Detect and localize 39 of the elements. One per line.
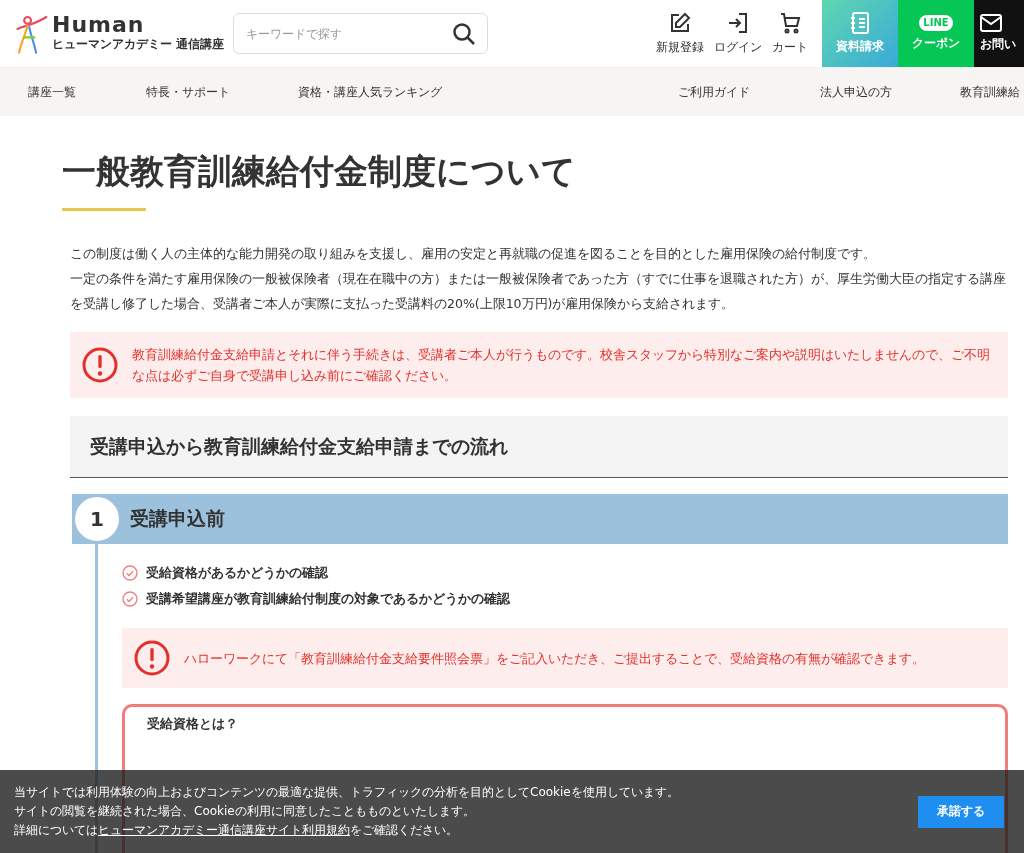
notice-text: 教育訓練給付金支給申請とそれに伴う手続きは、受講者ご本人が行うものです。校舎スタッフから特別なご案内や説明はいたしませんので、ご不明な点は必ずご自身で受講申し込み前にご確認ください。 bbox=[132, 346, 990, 385]
exclamation-icon bbox=[82, 347, 118, 383]
page-title: 一般教育訓練給付金制度について bbox=[62, 150, 577, 192]
intro-paragraph: 一定の条件を満たす雇用保険の一般被保険者（現在在職中の方）または一般被保険者であった方（すでに仕事を退職された方）が、厚生労働大臣の指定する講座を受講し修了した場合、受講者ご本人が実際に支払った受講料の20%(上限10万円)が雇用保険から支給されます。 bbox=[70, 270, 1007, 313]
check-item-text: 受講希望講座が教育訓練給付制度の対象であるかどうかの確認 bbox=[146, 590, 510, 608]
check-circle-icon bbox=[122, 565, 138, 581]
section-heading: 受講申込から教育訓練給付金支給申請までの流れ bbox=[70, 416, 1008, 478]
cookie-text: 詳細については ヒューマンアカデミー通信講座サイト利用規約をご確認ください。 bbox=[14, 822, 458, 839]
logo-tagline: ヒューマンアカデミー 通信講座 bbox=[52, 36, 225, 53]
header-cta-button[interactable]: お問い bbox=[974, 0, 1024, 67]
login-icon bbox=[726, 11, 750, 35]
pencil-square-icon bbox=[668, 11, 692, 35]
header-link[interactable]: カート bbox=[772, 11, 808, 56]
header-link[interactable]: 新規登録 bbox=[656, 11, 704, 56]
line-badge: LINE bbox=[919, 15, 953, 31]
nav-link[interactable]: 講座一覧 bbox=[28, 83, 146, 101]
nav-link[interactable]: 特長・サポート bbox=[146, 83, 298, 101]
notebook-icon bbox=[850, 12, 870, 34]
cookie-text: 当サイトでは利用体験の向上およびコンテンツの最適な提供、トラフィックの分析を目的としてCookieを使用しています。 bbox=[14, 784, 679, 801]
check-item-text: 受給資格があるかどうかの確認 bbox=[146, 564, 328, 582]
check-circle-icon bbox=[122, 591, 138, 607]
exclamation-icon bbox=[134, 640, 170, 676]
nav-link[interactable]: 法人申込の方 bbox=[820, 83, 960, 101]
cookie-text: サイトの閲覧を継続された場合、Cookieの利用に同意したこともものといたします。 bbox=[14, 803, 475, 820]
nav-link[interactable]: 資格・講座人気ランキング bbox=[298, 83, 678, 101]
cart-icon bbox=[778, 11, 802, 35]
search-icon[interactable] bbox=[452, 22, 476, 46]
nav-link[interactable]: ご利用ガイド bbox=[678, 83, 820, 101]
nav-link[interactable]: 教育訓練給 bbox=[960, 83, 1024, 101]
info-box-title: 受給資格とは？ bbox=[147, 716, 238, 731]
step-number: 1 bbox=[72, 494, 122, 544]
logo-wordmark: Human bbox=[52, 14, 146, 36]
envelope-icon bbox=[980, 14, 1002, 32]
header-link[interactable]: ログイン bbox=[714, 11, 762, 56]
step-title: 受講申込前 bbox=[130, 506, 225, 531]
terms-link[interactable]: ヒューマンアカデミー通信講座サイト利用規約 bbox=[98, 823, 350, 837]
intro-paragraph: この制度は働く人の主体的な能力開発の取り組みを支援し、雇用の安定と再就職の促進を図ることを目的とした雇用保険の給付制度です。 bbox=[70, 245, 877, 263]
search-field[interactable]: キーワードで探す bbox=[233, 13, 488, 54]
notice-text: ハローワークにて「教育訓練給付金支給要件照会票」をご記入いただき、ご提出することで、受給資格の有無が確認できます。 bbox=[184, 649, 925, 668]
